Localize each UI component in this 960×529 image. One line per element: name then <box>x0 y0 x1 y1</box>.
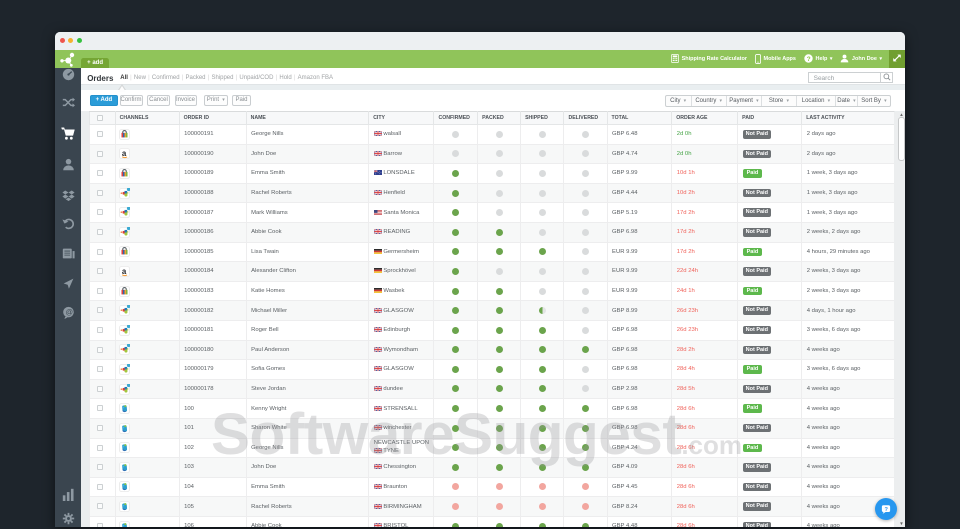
svg-text:@: @ <box>65 307 72 316</box>
svg-text:?: ? <box>884 507 888 513</box>
svg-text:?: ? <box>807 56 811 63</box>
